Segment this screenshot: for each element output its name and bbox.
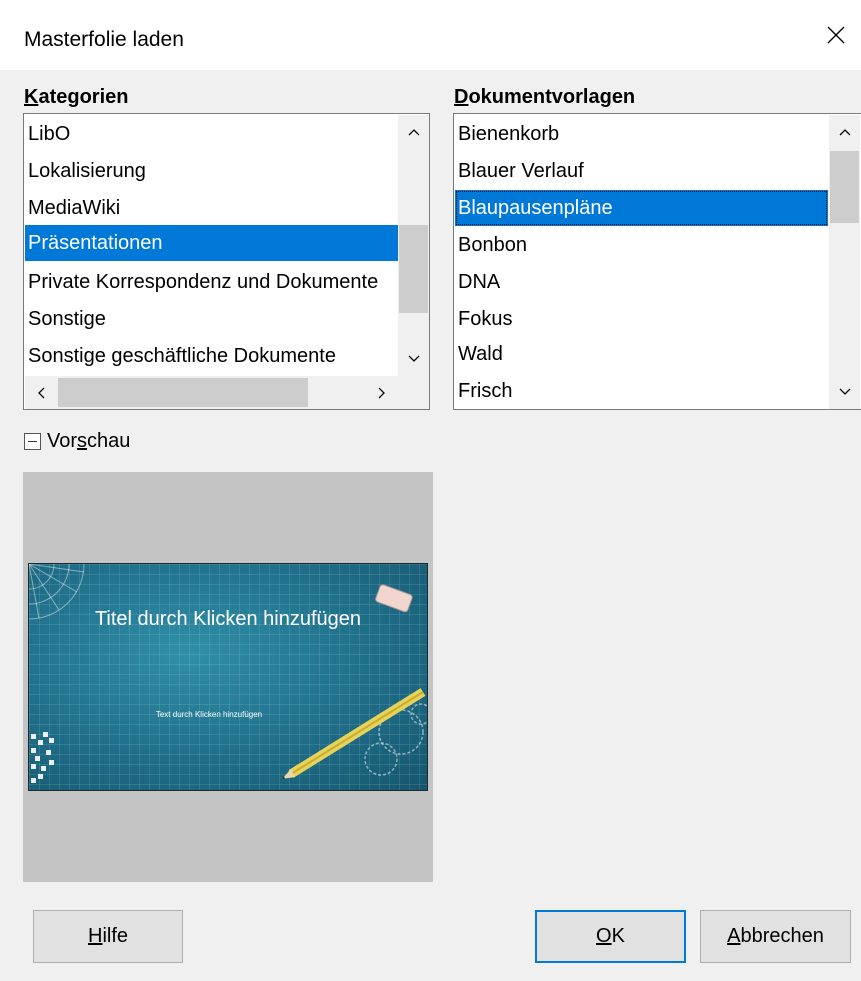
- templates-listbox[interactable]: Bienenkorb Blauer Verlauf Blaupausenplän…: [453, 113, 861, 410]
- template-item[interactable]: Fokus: [455, 301, 828, 337]
- preview-label: Vorschau: [47, 430, 131, 452]
- scroll-down-button[interactable]: [398, 342, 429, 376]
- category-item[interactable]: LibO: [25, 116, 398, 152]
- category-item[interactable]: Sonstige geschäftliche Dokumente: [25, 338, 398, 374]
- template-item[interactable]: Blauer Verlauf: [455, 153, 828, 189]
- slide-title-placeholder: Titel durch Klicken hinzufügen: [94, 608, 362, 630]
- scrollbar-corner: [398, 376, 429, 409]
- scroll-right-button[interactable]: [366, 376, 398, 409]
- blueprint-artwork: [29, 564, 427, 783]
- preview-toggle[interactable]: Vorschau: [24, 430, 130, 453]
- template-item[interactable]: Frisch: [455, 373, 828, 409]
- cancel-button[interactable]: Abbrechen: [700, 910, 851, 963]
- category-item[interactable]: MediaWiki: [25, 190, 398, 226]
- category-item[interactable]: Private Korrespondenz und Dokumente: [25, 264, 398, 300]
- categories-listbox[interactable]: LibO Lokalisierung MediaWiki Präsentatio…: [23, 113, 430, 410]
- chevron-up-icon: [839, 129, 850, 136]
- scrollbar-thumb[interactable]: [58, 378, 308, 407]
- ok-button[interactable]: OK: [535, 910, 686, 963]
- category-item-selected[interactable]: Präsentationen: [25, 225, 398, 261]
- template-item[interactable]: Bienenkorb: [455, 116, 828, 152]
- close-button[interactable]: [811, 10, 861, 60]
- categories-horizontal-scrollbar[interactable]: [25, 376, 398, 409]
- chevron-down-icon: [408, 355, 419, 362]
- dialog-title: Masterfolie laden: [24, 28, 184, 51]
- template-item-selected[interactable]: Blaupausenpläne: [455, 190, 828, 226]
- scrollbar-thumb[interactable]: [399, 225, 428, 313]
- category-item[interactable]: Sonstige: [25, 301, 398, 337]
- chevron-down-icon: [839, 388, 850, 395]
- collapse-icon[interactable]: [24, 433, 41, 450]
- chevron-left-icon: [38, 387, 45, 398]
- scroll-left-button[interactable]: [25, 376, 57, 409]
- categories-label: Kategorien: [24, 86, 129, 108]
- slide-thumbnail: Titel durch Klicken hinzufügen Text durc…: [28, 563, 428, 791]
- templates-vertical-scrollbar[interactable]: [829, 115, 860, 409]
- preview-area: Titel durch Klicken hinzufügen Text durc…: [23, 472, 433, 882]
- help-button[interactable]: Hilfe: [33, 910, 183, 963]
- template-item[interactable]: Bonbon: [455, 227, 828, 263]
- templates-label: Dokumentvorlagen: [454, 86, 636, 108]
- slide-text-placeholder: Text durch Klicken hinzufügen: [155, 710, 263, 719]
- close-icon: [827, 26, 845, 44]
- category-item[interactable]: Lokalisierung: [25, 153, 398, 189]
- scroll-up-button[interactable]: [829, 115, 860, 149]
- chevron-right-icon: [378, 387, 385, 398]
- categories-vertical-scrollbar[interactable]: [398, 115, 429, 376]
- scroll-down-button[interactable]: [829, 375, 860, 409]
- scroll-up-button[interactable]: [398, 115, 429, 149]
- scrollbar-thumb[interactable]: [830, 151, 859, 223]
- template-item[interactable]: DNA: [455, 264, 828, 300]
- chevron-up-icon: [408, 129, 419, 136]
- template-item[interactable]: Wald: [455, 336, 828, 372]
- title-bar: Masterfolie laden: [0, 0, 861, 70]
